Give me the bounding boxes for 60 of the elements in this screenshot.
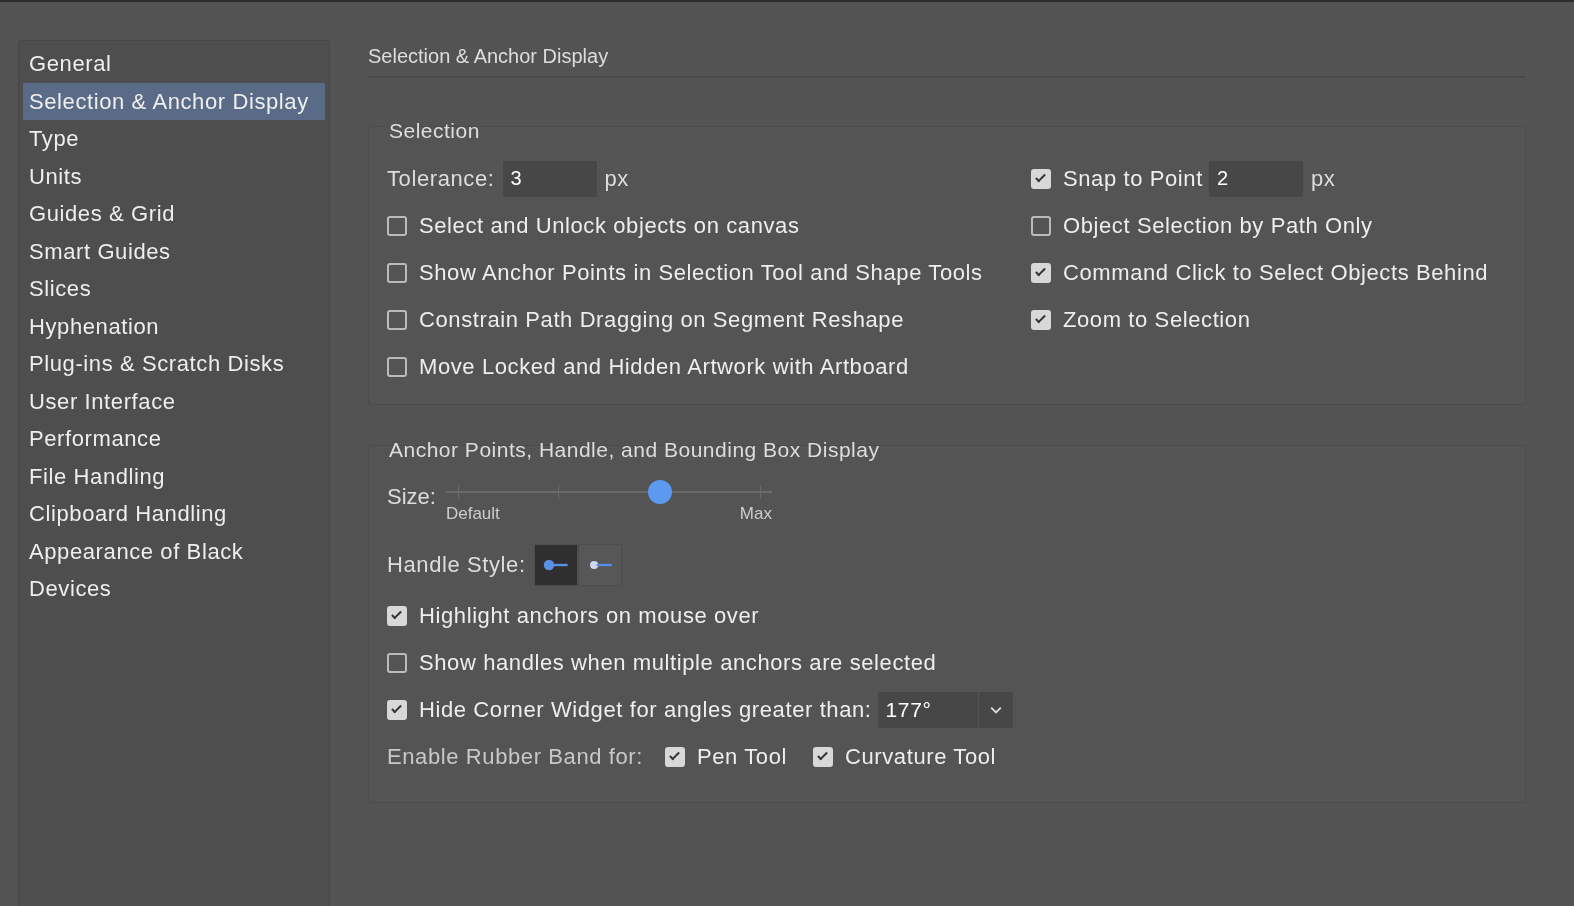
checkbox[interactable] (1031, 309, 1051, 330)
angle-dropdown[interactable]: 177° (877, 691, 1013, 728)
sidebar-item[interactable]: Slices (23, 270, 325, 308)
checkbox-label[interactable]: Select and Unlock objects on canvas (419, 212, 800, 239)
checkbox[interactable] (1031, 168, 1051, 189)
checkbox[interactable] (1031, 262, 1051, 283)
handle-style-button[interactable] (577, 544, 622, 586)
checkbox-label[interactable]: Command Click to Select Objects Behind (1063, 259, 1489, 286)
checkbox-label[interactable]: Snap to Point (1063, 165, 1203, 192)
sidebar-item[interactable]: File Handling (23, 457, 325, 495)
checkbox[interactable] (387, 652, 407, 673)
group-title: Anchor Points, Handle, and Bounding Box Display (388, 438, 881, 462)
checkbox[interactable] (813, 746, 833, 767)
checkbox[interactable] (387, 309, 407, 330)
chevron-down-icon (989, 705, 1002, 714)
checkbox[interactable] (387, 356, 407, 377)
checkbox-label[interactable]: Zoom to Selection (1063, 306, 1251, 333)
tolerance-field[interactable]: 3 (502, 160, 597, 197)
snap-distance-field[interactable]: 2 (1208, 160, 1303, 197)
field-label: Tolerance: (387, 165, 495, 192)
checkbox[interactable] (387, 605, 407, 626)
checkbox-label[interactable]: Show handles when multiple anchors are selected (419, 649, 937, 676)
checkbox-label[interactable]: Curvature Tool (845, 743, 997, 770)
sidebar-item[interactable]: Plug-ins & Scratch Disks (23, 345, 325, 383)
sidebar-item[interactable]: Guides & Grid (23, 195, 325, 233)
checkbox-label[interactable]: Move Locked and Hidden Artwork with Artboard (419, 353, 909, 380)
group-title: Selection (388, 119, 481, 143)
sidebar-item[interactable]: General (23, 45, 325, 83)
slider-min-label: Default (445, 504, 500, 524)
sidebar-item[interactable]: Appearance of Black (23, 532, 325, 570)
sidebar-item[interactable]: Devices (23, 570, 325, 608)
checkbox-label[interactable]: Constrain Path Dragging on Segment Reshape (419, 306, 905, 333)
sidebar-item[interactable]: User Interface (23, 382, 325, 420)
checkbox[interactable] (387, 215, 407, 236)
checkbox-label[interactable]: Highlight anchors on mouse over (419, 602, 760, 629)
sidebar-item[interactable]: Units (23, 157, 325, 195)
checkbox[interactable] (1031, 215, 1051, 236)
sidebar-item[interactable]: Performance (23, 420, 325, 458)
checkbox-label[interactable]: Pen Tool (696, 743, 787, 770)
checkbox-label[interactable]: Show Anchor Points in Selection Tool and Shape Tools (419, 259, 983, 286)
field-label: Enable Rubber Band for: (387, 743, 643, 770)
field-label: Handle Style: (387, 552, 526, 578)
slider-max-label: Max (739, 504, 772, 524)
sidebar-item[interactable]: Type (23, 120, 325, 158)
checkbox-label[interactable]: Object Selection by Path Only (1063, 212, 1373, 239)
field-label: Size: (387, 484, 436, 510)
sidebar-item[interactable]: Smart Guides (23, 232, 325, 270)
checkbox[interactable] (664, 746, 685, 767)
handle-icon (541, 558, 570, 572)
checkbox[interactable] (387, 262, 407, 283)
sidebar-item[interactable]: Selection & Anchor Display (23, 82, 325, 120)
unit-label: px (604, 165, 629, 192)
page-title: Selection & Anchor Display (368, 40, 1526, 78)
sidebar-item[interactable]: Hyphenation (23, 307, 325, 345)
checkbox[interactable] (387, 699, 407, 720)
handle-style-button[interactable] (533, 544, 578, 586)
unit-label: px (1310, 165, 1336, 192)
slider-thumb[interactable] (648, 480, 673, 504)
checkbox-label[interactable]: Hide Corner Widget for angles greater than: (419, 696, 872, 723)
sidebar-item[interactable]: Clipboard Handling (23, 495, 325, 533)
